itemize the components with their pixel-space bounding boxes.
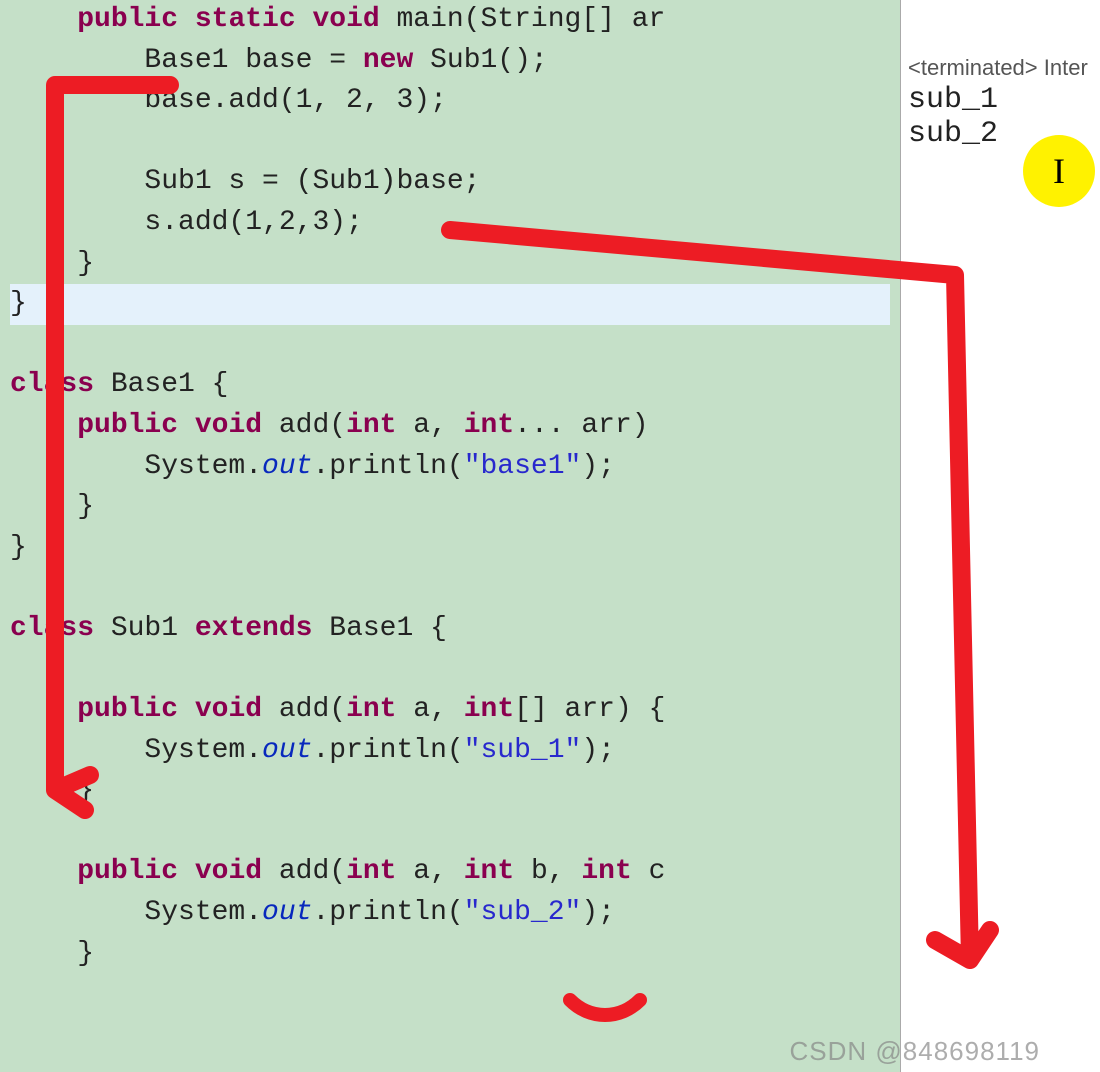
code-text: Base1 { bbox=[94, 369, 228, 400]
code-text: add( bbox=[262, 694, 346, 725]
code-keyword: public void bbox=[77, 856, 262, 887]
code-keyword: int bbox=[581, 856, 631, 887]
code-text: a, bbox=[397, 856, 464, 887]
code-field: out bbox=[262, 897, 312, 928]
console-panel[interactable]: <terminated> Inter sub_1 sub_2 I bbox=[900, 0, 1100, 1072]
code-text: main(String[] ar bbox=[380, 4, 666, 35]
code-text: ); bbox=[581, 897, 615, 928]
code-text: s.add(1,2,3); bbox=[10, 207, 363, 238]
code-text: } bbox=[10, 775, 94, 806]
code-text bbox=[10, 410, 77, 441]
code-area[interactable]: public static void main(String[] ar Base… bbox=[0, 0, 900, 974]
code-keyword: int bbox=[346, 856, 396, 887]
code-text: base.add(1, 2, 3); bbox=[10, 85, 447, 116]
code-text: a, bbox=[397, 694, 464, 725]
code-text: } bbox=[10, 491, 94, 522]
code-text: add( bbox=[262, 410, 346, 441]
code-text: add( bbox=[262, 856, 346, 887]
code-string: "sub_2" bbox=[464, 897, 582, 928]
code-text bbox=[10, 856, 77, 887]
code-text: .println( bbox=[312, 451, 463, 482]
code-editor[interactable]: public static void main(String[] ar Base… bbox=[0, 0, 900, 1072]
code-text: } bbox=[10, 248, 94, 279]
code-text: ); bbox=[581, 735, 615, 766]
code-keyword: int bbox=[346, 410, 396, 441]
code-keyword: class bbox=[10, 613, 94, 644]
code-text: a, bbox=[397, 410, 464, 441]
code-keyword: int bbox=[464, 856, 514, 887]
code-field: out bbox=[262, 735, 312, 766]
code-field: out bbox=[262, 451, 312, 482]
code-keyword: new bbox=[363, 45, 413, 76]
code-text: .println( bbox=[312, 897, 463, 928]
code-text: } bbox=[10, 938, 94, 969]
code-keyword: public static void bbox=[10, 4, 380, 35]
cursor-highlight-icon: I bbox=[1023, 135, 1095, 207]
code-keyword: int bbox=[464, 694, 514, 725]
code-string: "sub_1" bbox=[464, 735, 582, 766]
code-text: b, bbox=[514, 856, 581, 887]
code-keyword: extends bbox=[195, 613, 313, 644]
code-text: Base1 { bbox=[312, 613, 446, 644]
code-keyword: int bbox=[346, 694, 396, 725]
code-keyword: class bbox=[10, 369, 94, 400]
code-text bbox=[10, 694, 77, 725]
code-text: ); bbox=[581, 451, 615, 482]
code-text: ... arr) bbox=[514, 410, 648, 441]
code-text: c bbox=[632, 856, 666, 887]
code-text: Sub1 bbox=[94, 613, 195, 644]
code-string: "base1" bbox=[464, 451, 582, 482]
code-text: System. bbox=[10, 451, 262, 482]
code-text: Sub1 s = (Sub1)base; bbox=[10, 166, 480, 197]
watermark: CSDN @848698119 bbox=[790, 1036, 1041, 1067]
code-text: System. bbox=[10, 897, 262, 928]
code-keyword: public void bbox=[77, 410, 262, 441]
code-text: Sub1(); bbox=[413, 45, 547, 76]
console-status: <terminated> Inter bbox=[906, 55, 1095, 81]
code-text: } bbox=[10, 532, 27, 563]
code-text: Base1 base = bbox=[10, 45, 363, 76]
cursor-line: } bbox=[10, 284, 890, 325]
code-keyword: int bbox=[464, 410, 514, 441]
code-keyword: public void bbox=[77, 694, 262, 725]
code-text: System. bbox=[10, 735, 262, 766]
code-text: .println( bbox=[312, 735, 463, 766]
code-text: [] arr) { bbox=[514, 694, 665, 725]
